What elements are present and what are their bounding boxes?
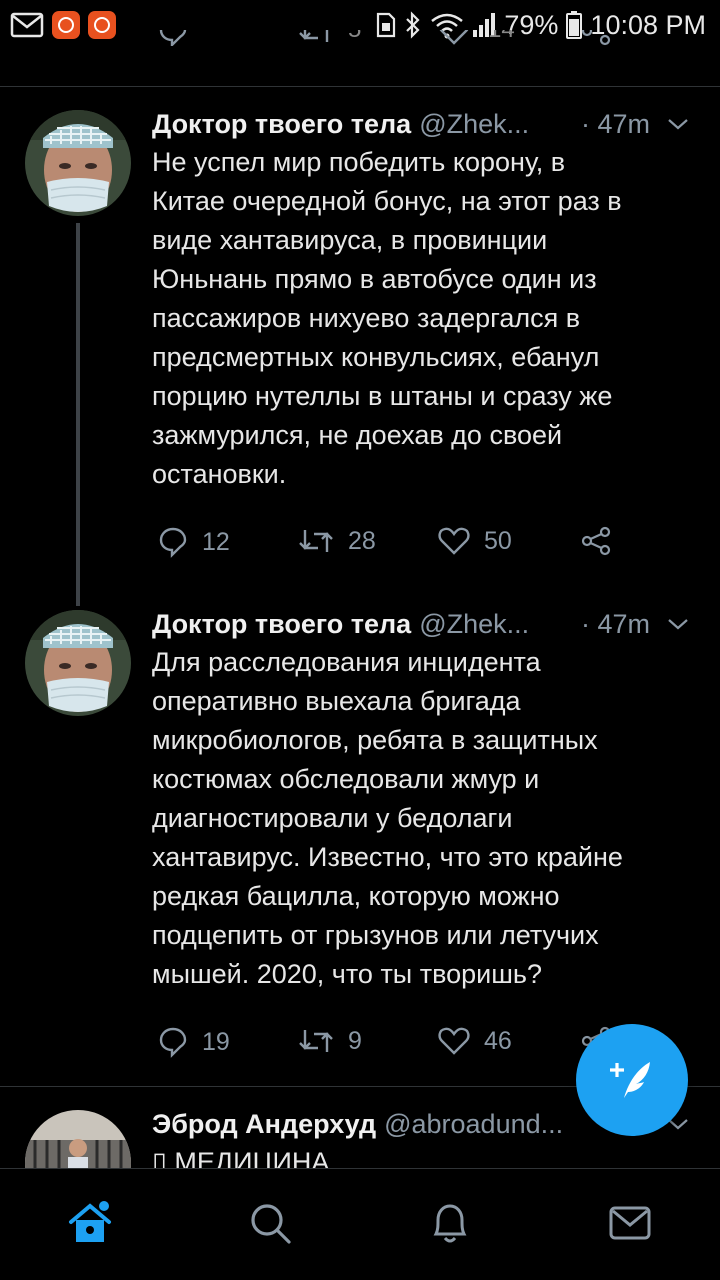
retweet-count: 9 bbox=[348, 1026, 362, 1055]
app-notification-icon bbox=[88, 11, 116, 39]
avatar-image bbox=[25, 110, 131, 216]
retweet-count: 5 bbox=[348, 30, 361, 44]
search-icon bbox=[251, 1204, 291, 1244]
bottom-navigation bbox=[0, 1168, 720, 1280]
tweet-header: Доктор твоего тела @Zhek... · 47m bbox=[152, 606, 690, 642]
chevron-down-icon[interactable] bbox=[666, 112, 690, 136]
avatar[interactable] bbox=[25, 1110, 131, 1168]
status-bar-notifications bbox=[10, 11, 116, 39]
reply-button[interactable]: 19 bbox=[158, 1026, 230, 1058]
reply-count: 19 bbox=[202, 1027, 230, 1056]
like-button[interactable]: 46 bbox=[438, 1026, 512, 1056]
reply-icon bbox=[159, 527, 187, 558]
chevron-down-icon[interactable] bbox=[666, 612, 690, 636]
like-icon bbox=[438, 1027, 470, 1055]
like-count: 50 bbox=[484, 526, 512, 555]
author-handle[interactable]: @abroadund... bbox=[384, 1109, 563, 1140]
author-name[interactable]: Доктор твоего тела bbox=[152, 109, 411, 140]
avatar[interactable] bbox=[25, 110, 131, 216]
tweet-text: ▯ МЕДИЦИНА bbox=[152, 1147, 330, 1168]
like-count: 14 bbox=[488, 30, 515, 44]
tweet-actions: 12 28 50 bbox=[152, 526, 632, 566]
compose-tweet-icon bbox=[610, 1062, 650, 1098]
gmail-icon bbox=[10, 12, 44, 38]
app-notification-icon bbox=[52, 11, 80, 39]
share-icon bbox=[581, 526, 611, 556]
retweet-button[interactable]: 9 bbox=[298, 1026, 362, 1056]
author-handle[interactable]: @Zhek... bbox=[419, 109, 529, 140]
home-icon bbox=[69, 1201, 111, 1242]
nav-search[interactable] bbox=[246, 1199, 294, 1247]
author-name[interactable]: Эброд Андерхуд bbox=[152, 1109, 376, 1140]
retweet-icon bbox=[299, 530, 333, 552]
like-button[interactable]: 50 bbox=[438, 526, 512, 556]
nav-home[interactable] bbox=[66, 1199, 114, 1247]
tweet-time[interactable]: · 47m bbox=[581, 109, 650, 140]
messages-icon bbox=[609, 1206, 651, 1240]
thread-connector bbox=[76, 223, 80, 606]
share-icon[interactable] bbox=[580, 30, 612, 46]
like-icon[interactable] bbox=[438, 30, 470, 46]
author-name[interactable]: Доктор твоего тела bbox=[152, 609, 411, 640]
avatar-image bbox=[25, 610, 131, 716]
share-button[interactable] bbox=[580, 526, 612, 556]
tweet-time[interactable]: · 47m bbox=[581, 609, 650, 640]
nav-messages[interactable] bbox=[606, 1199, 654, 1247]
tweet-actions: 19 9 46 bbox=[152, 1026, 632, 1066]
reply-count: 12 bbox=[202, 527, 230, 556]
retweet-icon bbox=[299, 1030, 333, 1052]
compose-tweet-button[interactable] bbox=[576, 1024, 688, 1136]
tweet[interactable]: Доктор твоего тела @Zhek... · 47m Не усп… bbox=[0, 86, 720, 606]
retweet-button[interactable]: 28 bbox=[298, 526, 376, 556]
like-icon bbox=[438, 527, 470, 555]
notifications-icon bbox=[433, 1204, 467, 1243]
reply-icon[interactable] bbox=[158, 30, 188, 46]
author-handle[interactable]: @Zhek... bbox=[419, 609, 529, 640]
avatar-image bbox=[25, 1110, 131, 1168]
retweet-icon[interactable] bbox=[298, 30, 334, 46]
avatar[interactable] bbox=[25, 610, 131, 716]
tweet[interactable]: Доктор твоего тела @Zhek... · 47m Для ра… bbox=[0, 586, 720, 1086]
tweet-text: Не успел мир победить корону, в Китае оч… bbox=[152, 147, 622, 489]
nav-notifications[interactable] bbox=[426, 1199, 474, 1247]
reply-button[interactable]: 12 bbox=[158, 526, 230, 558]
tweet-text: Для расследования инцидента оперативно в… bbox=[152, 647, 623, 989]
tweet-header: Доктор твоего тела @Zhek... · 47m bbox=[152, 106, 690, 142]
like-count: 46 bbox=[484, 1026, 512, 1055]
previous-tweet-actions: 5 14 bbox=[150, 30, 630, 70]
retweet-count: 28 bbox=[348, 526, 376, 555]
reply-icon bbox=[159, 1027, 187, 1058]
